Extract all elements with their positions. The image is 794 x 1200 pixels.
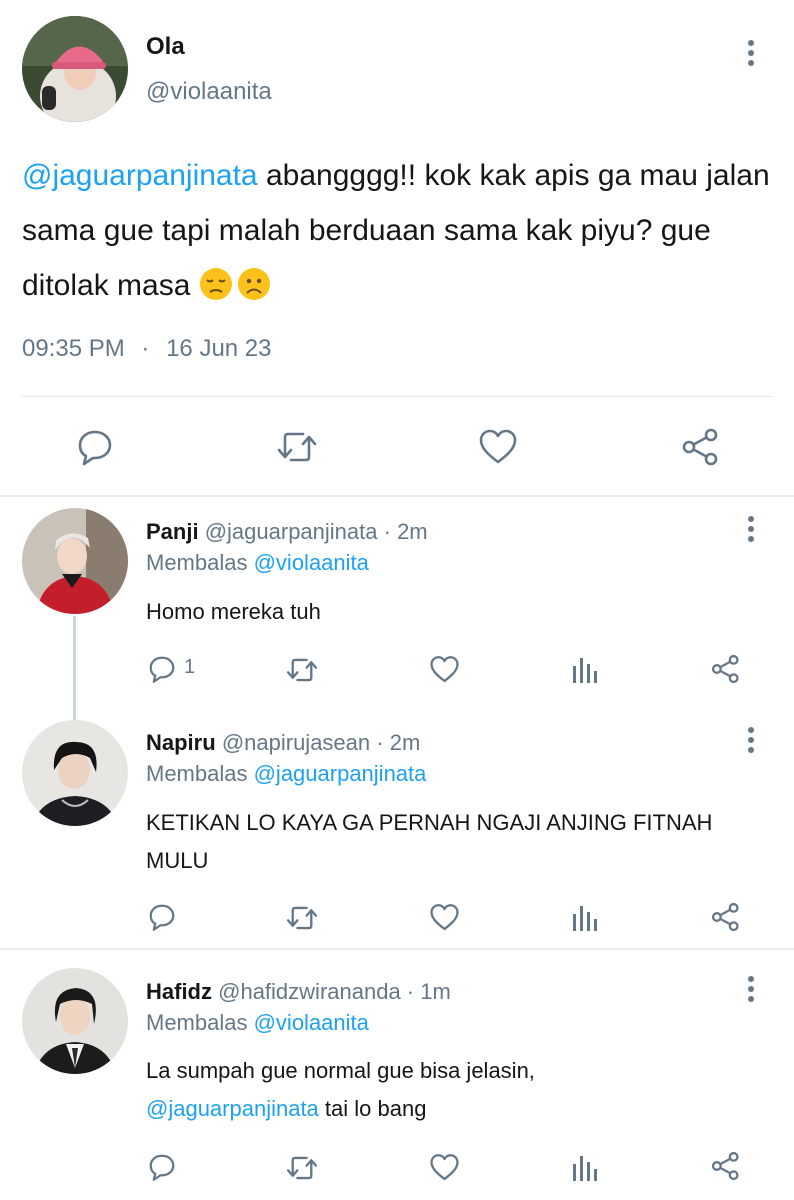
replying-to: Membalas @violaanita xyxy=(146,1010,369,1035)
author-name[interactable]: Panji xyxy=(146,519,199,544)
mention-link[interactable]: @violaanita xyxy=(254,1010,369,1035)
tweet-text: @jaguarpanjinata abangggg!! kok kak apis… xyxy=(22,148,782,313)
bar-chart-icon[interactable] xyxy=(572,1153,600,1183)
author-handle[interactable]: @jaguarpanjinata xyxy=(205,519,378,544)
mention-link[interactable]: @violaanita xyxy=(254,550,369,575)
divider xyxy=(0,948,794,950)
replying-to: Membalas @violaanita xyxy=(146,550,369,575)
avatar[interactable] xyxy=(22,720,128,826)
reply-time: 2m xyxy=(389,730,421,755)
more-vertical-icon[interactable] xyxy=(745,516,757,546)
pensive-face-emoji xyxy=(199,264,233,300)
reply-text: La sumpah gue normal gue bisa jelasin, @… xyxy=(146,1058,535,1121)
speech-bubble-icon[interactable] xyxy=(147,654,177,684)
reply-header: Hafidz @hafidzwirananda · 1m xyxy=(146,979,451,1004)
bar-chart-icon[interactable] xyxy=(572,655,600,685)
reply-time: 2m xyxy=(397,519,428,544)
heart-icon[interactable] xyxy=(429,1153,460,1182)
bar-chart-icon[interactable] xyxy=(572,903,600,933)
avatar[interactable] xyxy=(22,968,128,1074)
retweet-icon[interactable] xyxy=(285,655,319,685)
author-handle[interactable]: @violaanita xyxy=(146,78,272,106)
divider xyxy=(22,396,772,397)
avatar[interactable] xyxy=(22,16,128,122)
share-icon[interactable] xyxy=(710,901,742,933)
replying-to: Membalas @jaguarpanjinata xyxy=(146,761,427,786)
reply-header: Napiru @napirujasean · 2m xyxy=(146,730,421,755)
avatar[interactable] xyxy=(22,508,128,614)
retweet-icon[interactable] xyxy=(285,903,319,933)
author-handle[interactable]: @hafidzwirananda xyxy=(218,979,401,1004)
author-name[interactable]: Ola xyxy=(146,33,185,61)
reply-header: Panji @jaguarpanjinata · 2m xyxy=(146,519,428,544)
heart-icon[interactable] xyxy=(429,903,460,932)
speech-bubble-icon[interactable] xyxy=(147,902,177,932)
mention-link[interactable]: @jaguarpanjinata xyxy=(22,159,258,192)
more-vertical-icon[interactable] xyxy=(745,976,757,1006)
more-vertical-icon[interactable] xyxy=(745,40,757,70)
speech-bubble-icon[interactable] xyxy=(75,427,115,467)
retweet-icon[interactable] xyxy=(285,1153,319,1183)
retweet-icon[interactable] xyxy=(275,428,319,466)
reply-text: KETIKAN LO KAYA GA PERNAH NGAJI ANJING F… xyxy=(146,810,713,873)
share-icon[interactable] xyxy=(710,1150,742,1182)
reply-count: 1 xyxy=(184,656,196,678)
speech-bubble-icon[interactable] xyxy=(147,1152,177,1182)
reply-text: Homo mereka tuh xyxy=(146,599,321,624)
more-vertical-icon[interactable] xyxy=(745,727,757,757)
mention-link[interactable]: @jaguarpanjinata xyxy=(146,1096,319,1121)
thread-connector xyxy=(73,616,76,720)
share-icon[interactable] xyxy=(680,426,722,468)
heart-icon[interactable] xyxy=(478,428,518,466)
author-name[interactable]: Napiru xyxy=(146,730,216,755)
author-name[interactable]: Hafidz xyxy=(146,979,212,1004)
divider xyxy=(0,495,794,497)
mention-link[interactable]: @jaguarpanjinata xyxy=(254,761,427,786)
frowning-face-emoji xyxy=(237,264,271,300)
reply-time: 1m xyxy=(420,979,451,1004)
share-icon[interactable] xyxy=(710,653,742,685)
author-handle[interactable]: @napirujasean xyxy=(222,730,370,755)
heart-icon[interactable] xyxy=(429,655,460,684)
tweet-timestamp: 09:35 PM · 16 Jun 23 xyxy=(22,335,272,362)
